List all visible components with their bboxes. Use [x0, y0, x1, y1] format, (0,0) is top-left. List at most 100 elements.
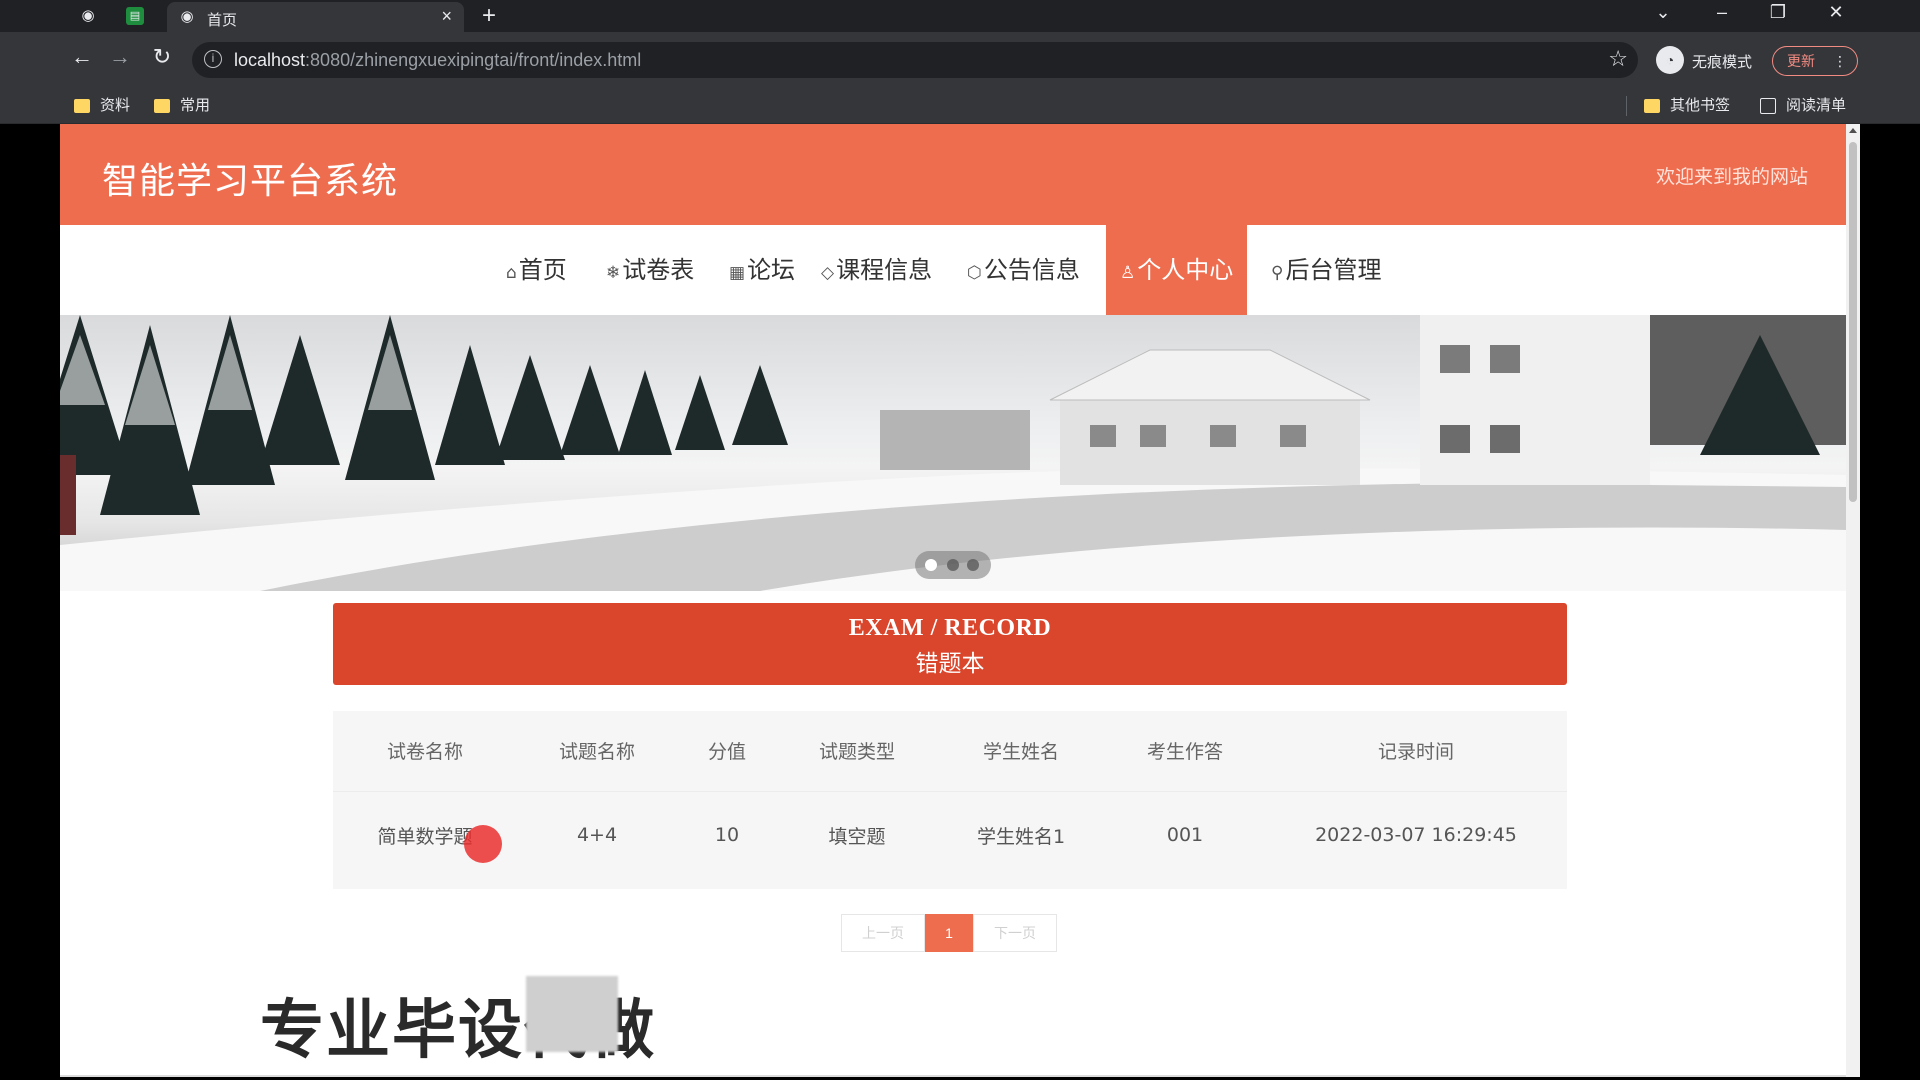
update-label: 更新 [1787, 53, 1815, 69]
user-icon: ♙ [1120, 263, 1136, 283]
reading-list-icon [1760, 98, 1776, 114]
incognito-indicator[interactable]: ◔ 无痕模式 [1656, 44, 1760, 76]
nav-label: 首页 [518, 256, 567, 284]
nav-item-personal-center[interactable]: ♙个人中心 [1106, 225, 1248, 315]
globe-icon[interactable]: ◉ [78, 6, 98, 26]
cell-score: 10 [677, 790, 777, 879]
incognito-icon: ◔ [1656, 46, 1684, 74]
bookmark-folder[interactable]: 常用 [154, 96, 210, 116]
folder-icon [74, 99, 90, 113]
column-header: 考生作答 [1146, 741, 1223, 764]
nav-item-exam-papers[interactable]: ❄试卷表 [606, 225, 694, 315]
snowflake-icon: ❄ [606, 263, 621, 283]
update-button[interactable]: 更新 ⋮ [1772, 46, 1858, 76]
nav-item-home[interactable]: ⌂首页 [506, 225, 567, 315]
column-header: 记录时间 [1377, 741, 1454, 764]
page-bottom-edge [60, 1075, 1846, 1077]
records-table: 试卷名称 试题名称 分值 试题类型 学生姓名 考生作答 记录时间 简单数学题 4… [333, 711, 1567, 889]
carousel-dot[interactable] [925, 559, 937, 571]
tab-search-icon[interactable]: ⌄ [1643, 2, 1683, 23]
page-viewport: 智能学习平台系统 欢迎来到我的网站 ⌂首页 ❄试卷表 ▦论坛 ◇课程信息 ⬡公告… [60, 124, 1860, 1077]
page-scrollbar[interactable] [1846, 124, 1860, 1077]
url-text[interactable]: localhost:8080/zhinengxuexipingtai/front… [234, 50, 641, 71]
main-nav: ⌂首页 ❄试卷表 ▦论坛 ◇课程信息 ⬡公告信息 ♙个人中心 ⚲后台管理 [60, 225, 1846, 315]
bookmark-label: 其他书签 [1670, 97, 1731, 114]
section-title-en: EXAM / RECORD [848, 615, 1052, 641]
nav-label: 论坛 [747, 256, 796, 284]
carousel-dot[interactable] [947, 559, 959, 571]
section-header: EXAM / RECORD 错题本 [333, 603, 1567, 685]
section-title-cn: 错题本 [915, 651, 985, 677]
banner-image [60, 315, 1846, 591]
minimize-icon[interactable]: – [1702, 2, 1742, 23]
cell-student-name: 学生姓名1 [937, 790, 1105, 879]
nav-item-announcements[interactable]: ⬡公告信息 [967, 225, 1080, 315]
column-header: 试题名称 [558, 741, 635, 764]
column-header: 分值 [707, 741, 746, 764]
nav-label: 后台管理 [1285, 256, 1382, 284]
cell-question: 4+4 [517, 790, 677, 879]
browser-toolbar: ← → ↻ i localhost:8080/zhinengxuexipingt… [0, 32, 1920, 88]
nav-label: 试卷表 [622, 256, 695, 284]
site-title: 智能学习平台系统 [102, 161, 399, 202]
reading-list-label: 阅读清单 [1786, 97, 1847, 114]
welcome-text: 欢迎来到我的网站 [1655, 167, 1808, 188]
link-icon: ⚲ [1271, 263, 1284, 283]
scroll-up-icon[interactable] [1849, 128, 1857, 133]
window-close-icon[interactable]: ✕ [1816, 2, 1856, 23]
column-header: 学生姓名 [982, 741, 1059, 764]
scrollbar-thumb[interactable] [1849, 142, 1857, 502]
carousel-indicators [915, 551, 991, 579]
incognito-label: 无痕模式 [1692, 54, 1753, 71]
browser-tab-bar: ◉ ▤ ◉ 首页 × + ⌄ – ❐ ✕ [0, 0, 1920, 32]
cube-icon: ⬡ [967, 263, 982, 283]
other-bookmarks[interactable]: 其他书签 [1644, 96, 1730, 116]
cell-answer: 001 [1105, 790, 1265, 879]
star-icon[interactable]: ☆ [1608, 46, 1628, 72]
new-tab-button[interactable]: + [482, 2, 496, 30]
bookmark-label: 常用 [180, 97, 211, 114]
nav-item-courses[interactable]: ◇课程信息 [821, 225, 932, 315]
info-icon[interactable]: i [204, 50, 222, 68]
column-header: 试卷名称 [386, 741, 463, 764]
close-icon[interactable]: × [441, 6, 452, 27]
cursor-highlight [464, 825, 502, 863]
nav-label: 课程信息 [836, 256, 933, 284]
nav-label: 公告信息 [983, 256, 1080, 284]
folder-icon [154, 99, 170, 113]
carousel-dot[interactable] [967, 559, 979, 571]
address-bar[interactable]: i localhost:8080/zhinengxuexipingtai/fro… [192, 42, 1638, 78]
nav-item-admin[interactable]: ⚲后台管理 [1271, 225, 1381, 315]
table-header-row: 试卷名称 试题名称 分值 试题类型 学生姓名 考生作答 记录时间 [333, 711, 1567, 791]
home-icon: ⌂ [506, 263, 517, 283]
prev-page-button[interactable]: 上一页 [841, 914, 925, 952]
reload-icon[interactable]: ↻ [146, 44, 178, 70]
restore-icon[interactable]: ❐ [1758, 2, 1798, 23]
nav-item-forum[interactable]: ▦论坛 [729, 225, 795, 315]
column-header: 试题类型 [818, 741, 895, 764]
bookmark-divider [1626, 96, 1627, 116]
forward-icon[interactable]: → [104, 44, 136, 70]
bookmarks-bar: 资料 常用 其他书签 阅读清单 [0, 88, 1920, 124]
bookmark-label: 资料 [100, 97, 131, 114]
cell-question-type: 填空题 [777, 790, 937, 879]
page-button-current[interactable]: 1 [925, 914, 973, 952]
site-header: 智能学习平台系统 欢迎来到我的网站 [60, 124, 1846, 225]
blur-overlay [526, 976, 618, 1052]
nav-label: 个人中心 [1137, 256, 1234, 284]
url-host: localhost [234, 50, 306, 70]
grid-icon: ▦ [729, 263, 746, 283]
tab-home[interactable]: ◉ 首页 × [167, 2, 464, 32]
next-page-button[interactable]: 下一页 [973, 914, 1057, 952]
url-path: :8080/zhinengxuexipingtai/front/index.ht… [305, 50, 642, 70]
reading-list[interactable]: 阅读清单 [1760, 96, 1846, 116]
menu-icon[interactable]: ⋮ [1833, 47, 1847, 75]
tab-title: 首页 [207, 12, 238, 29]
back-icon[interactable]: ← [66, 44, 98, 70]
spreadsheet-icon[interactable]: ▤ [126, 7, 144, 25]
bookmark-folder[interactable]: 资料 [74, 96, 130, 116]
cell-record-time: 2022-03-07 16:29:45 [1265, 790, 1567, 879]
table-row[interactable]: 简单数学题 4+4 10 填空题 学生姓名1 001 2022-03-07 16… [333, 790, 1567, 879]
folder-icon [1644, 99, 1660, 113]
banner-carousel[interactable] [60, 315, 1846, 591]
